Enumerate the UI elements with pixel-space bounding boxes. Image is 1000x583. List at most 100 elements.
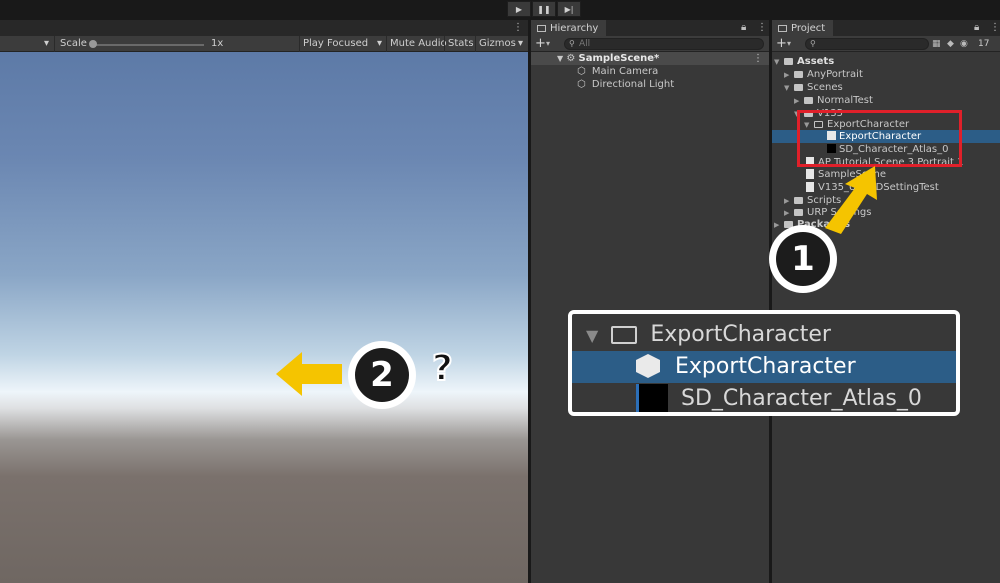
scene-file-icon	[806, 182, 814, 192]
game-view-toolbar: ▾ Scale 1x Play Focused ▾ Mute Audio Sta…	[0, 36, 528, 52]
hierarchy-menu-icon[interactable]: ⋮	[757, 22, 767, 33]
project-tab-icon	[778, 25, 787, 32]
create-caret-icon[interactable]: ▾	[787, 37, 791, 51]
game-view: ⋮ ▾ Scale 1x Play Focused ▾ Mute Audio S…	[0, 20, 528, 583]
search-icon: ⚲	[569, 39, 575, 48]
open-folder-icon	[611, 326, 638, 344]
pause-button[interactable]: ❚❚	[532, 1, 556, 17]
step-2-badge: 2	[348, 341, 416, 409]
play-button[interactable]: ▶	[507, 1, 531, 17]
arrow-left-icon	[276, 352, 342, 396]
folder-icon	[804, 97, 813, 104]
stats-toggle[interactable]: Stats	[448, 38, 474, 49]
project-search-input[interactable]: ⚲	[805, 38, 929, 50]
expand-arrow-icon[interactable]: ▼	[557, 54, 563, 63]
project-tab-row: Project 🔒︎ ⋮	[772, 20, 1000, 37]
game-tab-menu-icon[interactable]: ⋮	[513, 22, 523, 33]
toolbar-divider	[299, 36, 300, 52]
tab-project[interactable]: Project	[772, 20, 834, 37]
tree-item-anyportrait[interactable]: ▶ AnyPortrait	[784, 68, 863, 81]
gizmos-caret-icon[interactable]: ▾	[518, 38, 523, 49]
hierarchy-toolbar: + ▾ ⚲ All	[531, 36, 769, 52]
project-tab-label: Project	[791, 23, 826, 34]
play-focused-dropdown[interactable]: Play Focused	[303, 38, 368, 49]
zoom-prefab-row: ExportCharacter	[572, 351, 956, 383]
tree-item-label: AnyPortrait	[807, 69, 863, 80]
scale-slider-handle[interactable]	[89, 40, 97, 48]
create-caret-icon[interactable]: ▾	[546, 37, 550, 51]
play-mode-caret-icon[interactable]: ▾	[377, 38, 382, 49]
prefab-cube-icon	[636, 354, 660, 378]
zoom-atlas-label: SD_Character_Atlas_0	[681, 386, 922, 411]
expand-arrow-icon[interactable]: ▼	[774, 56, 784, 69]
lock-icon[interactable]: 🔒︎	[974, 22, 979, 33]
question-mark-icon: ?	[431, 347, 454, 390]
display-dropdown-caret-icon[interactable]: ▾	[44, 38, 49, 49]
scale-slider[interactable]	[92, 44, 204, 46]
gameobject-cube-icon: ⬡	[577, 66, 586, 77]
project-toolbar: + ▾ ⚲ ▦ ◆ ◉ 17	[772, 36, 1000, 52]
project-menu-icon[interactable]: ⋮	[990, 22, 1000, 33]
search-icon: ⚲	[810, 39, 816, 48]
folder-icon	[794, 197, 803, 204]
hierarchy-tab-label: Hierarchy	[550, 23, 599, 34]
folder-icon	[784, 58, 793, 65]
zoomed-inset: ▼ ExportCharacter ExportCharacter SD_Cha…	[568, 310, 960, 416]
create-add-icon[interactable]: +	[535, 36, 546, 52]
toolbar-divider	[475, 36, 476, 52]
step-button[interactable]: ▶|	[557, 1, 581, 17]
tree-item-normaltest[interactable]: ▶ NormalTest	[794, 94, 873, 107]
scene-name: SampleScene*	[578, 53, 660, 64]
hierarchy-tab-icon	[537, 25, 546, 32]
tree-item-assets[interactable]: ▼ Assets	[774, 55, 834, 68]
zoom-folder-row: ▼ ExportCharacter	[572, 319, 956, 351]
expand-arrow-icon[interactable]: ▼	[784, 82, 794, 95]
hierarchy-panel: Hierarchy 🔒︎ ⋮ + ▾ ⚲ All ▼ ⚙ SampleScene…	[531, 20, 769, 583]
scale-label: Scale	[60, 38, 87, 49]
toolbar-divider	[54, 36, 55, 52]
hierarchy-item-main-camera[interactable]: ⬡ Main Camera	[577, 65, 658, 78]
hierarchy-item-directional-light[interactable]: ⬡ Directional Light	[577, 78, 674, 91]
playback-controls: ▶ ❚❚ ▶|	[507, 1, 581, 17]
hierarchy-tab-row: Hierarchy 🔒︎ ⋮	[531, 20, 769, 37]
create-add-icon[interactable]: +	[776, 36, 787, 52]
scale-value: 1x	[211, 38, 224, 49]
main-toolbar: ▶ ❚❚ ▶|	[0, 0, 1000, 20]
search-by-label-icon[interactable]: ◆	[947, 37, 954, 51]
scene-menu-icon[interactable]: ⋮	[753, 52, 763, 65]
project-panel: Project 🔒︎ ⋮ + ▾ ⚲ ▦ ◆ ◉ 17 ▼ Assets ▶ Any…	[772, 20, 1000, 583]
hierarchy-search-input[interactable]: ⚲ All	[564, 38, 764, 50]
tree-item-scenes[interactable]: ▼ Scenes	[784, 81, 843, 94]
step-1-number: 1	[776, 232, 830, 286]
zoom-prefab-label: ExportCharacter	[675, 354, 856, 379]
folder-icon	[794, 209, 803, 216]
tab-hierarchy[interactable]: Hierarchy	[531, 20, 607, 37]
game-render-viewport[interactable]	[0, 52, 528, 583]
zoom-folder-label: ExportCharacter	[650, 322, 831, 347]
tree-item-label: Assets	[797, 56, 835, 67]
search-placeholder: All	[579, 39, 591, 49]
highlight-box	[797, 110, 962, 167]
scene-file-icon	[806, 169, 814, 179]
folder-icon	[794, 84, 803, 91]
hierarchy-scene-row[interactable]: ▼ ⚙ SampleScene* ⋮	[531, 52, 769, 65]
collapse-arrow-icon[interactable]: ▶	[774, 219, 784, 232]
hidden-packages-eye-icon[interactable]: ◉	[960, 37, 968, 51]
arrow-up-icon	[825, 166, 877, 234]
step-1-badge: 1	[769, 225, 837, 293]
expand-arrow-icon: ▼	[586, 326, 599, 345]
tree-item-label: NormalTest	[817, 95, 873, 106]
toolbar-divider	[444, 36, 445, 52]
game-tab-row: ⋮	[0, 20, 528, 36]
gizmos-toggle[interactable]: Gizmos	[479, 38, 516, 49]
hierarchy-item-label: Main Camera	[591, 66, 659, 77]
texture-thumbnail-icon	[636, 384, 668, 412]
lock-icon[interactable]: 🔒︎	[741, 22, 746, 33]
toolbar-divider	[386, 36, 387, 52]
search-by-type-icon[interactable]: ▦	[932, 37, 941, 51]
package-count-badge: 17	[978, 39, 990, 49]
step-2-number: 2	[355, 348, 409, 402]
unity-scene-icon: ⚙	[566, 53, 576, 64]
mute-audio-toggle[interactable]: Mute Audio	[390, 38, 447, 49]
zoom-atlas-row: SD_Character_Atlas_0	[572, 383, 956, 412]
